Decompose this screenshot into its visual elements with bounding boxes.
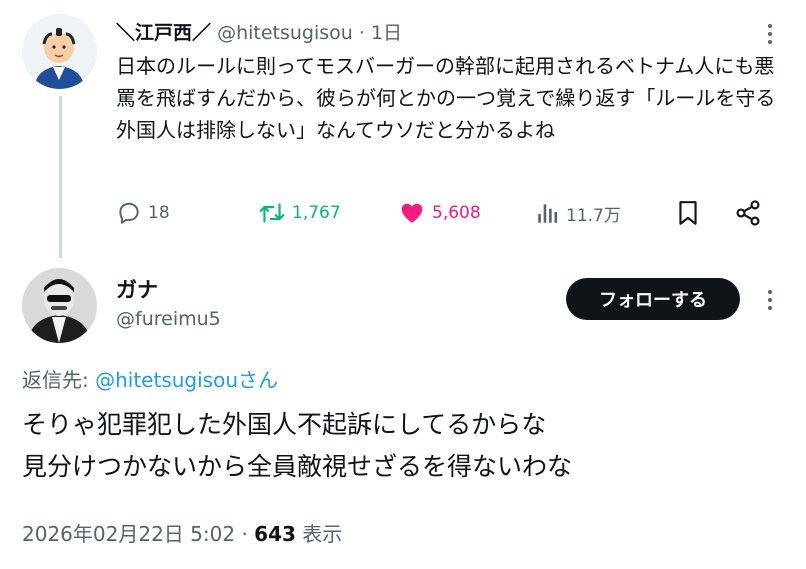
parent-author-avatar[interactable] [22, 14, 97, 89]
main-author-name[interactable]: ガナ [116, 274, 158, 304]
retweet-icon [258, 200, 286, 226]
parent-author-name[interactable]: ＼江戸西／ [116, 22, 211, 44]
reply-count: 18 [148, 203, 170, 223]
views-button[interactable]: 11.7万 [536, 197, 621, 229]
views-icon [536, 200, 560, 226]
follow-button[interactable]: フォローする [566, 278, 740, 320]
share-icon [734, 199, 762, 227]
parent-author-handle[interactable]: @hitetsugisou [217, 22, 353, 44]
header-separator: · [358, 22, 365, 44]
retweet-count: 1,767 [292, 203, 341, 223]
views-total-label: 表示 [295, 522, 343, 546]
meta-separator: · [241, 522, 248, 546]
main-tweet-text: そりゃ犯罪犯した外国人不起訴にしてるからな 見分けつかないから全員敵視せざるを得… [22, 404, 782, 488]
main-author-avatar[interactable] [22, 268, 97, 343]
share-button[interactable] [734, 197, 762, 229]
reply-to-suffix: さん [238, 368, 279, 392]
main-tweet-text-line2: 見分けつかないから全員敵視せざるを得ないわな [22, 452, 573, 481]
reply-icon [116, 200, 142, 226]
like-count: 5,608 [432, 203, 481, 223]
main-tweet-text-line1: そりゃ犯罪犯した外国人不起訴にしてるからな [22, 410, 547, 439]
reply-to-handle-link[interactable]: @hitetsugisou [95, 368, 238, 392]
bookmark-button[interactable] [676, 197, 700, 229]
reply-to-prefix: 返信先: [22, 368, 96, 392]
bookmark-icon [676, 199, 700, 227]
more-icon[interactable] [764, 288, 776, 312]
tweet-meta: 2026年02月22日 5:02 · 643 表示 [22, 518, 342, 547]
views-total-count: 643 [254, 522, 296, 546]
main-author-handle[interactable]: @fureimu5 [116, 308, 221, 330]
parent-tweet-actions: 18 1,767 5,608 11.7万 [116, 197, 776, 229]
thread-connector-line [59, 96, 62, 258]
reply-button[interactable]: 18 [116, 197, 170, 229]
like-icon [398, 200, 426, 226]
retweet-button[interactable]: 1,767 [258, 197, 341, 229]
parent-timestamp[interactable]: 1日 [371, 22, 402, 44]
tweet-date[interactable]: 2026年02月22日 5:02 [22, 522, 235, 546]
reply-to-line: 返信先: @hitetsugisouさん [22, 364, 278, 393]
like-button[interactable]: 5,608 [398, 197, 481, 229]
parent-tweet-text: 日本のルールに則ってモスバーガーの幹部に起用されるベトナム人にも悪罵を飛ばすんだ… [116, 54, 776, 142]
parent-tweet-header: ＼江戸西／ @hitetsugisou · 1日 [116, 18, 402, 45]
views-count: 11.7万 [566, 205, 621, 226]
more-icon[interactable] [764, 22, 776, 46]
